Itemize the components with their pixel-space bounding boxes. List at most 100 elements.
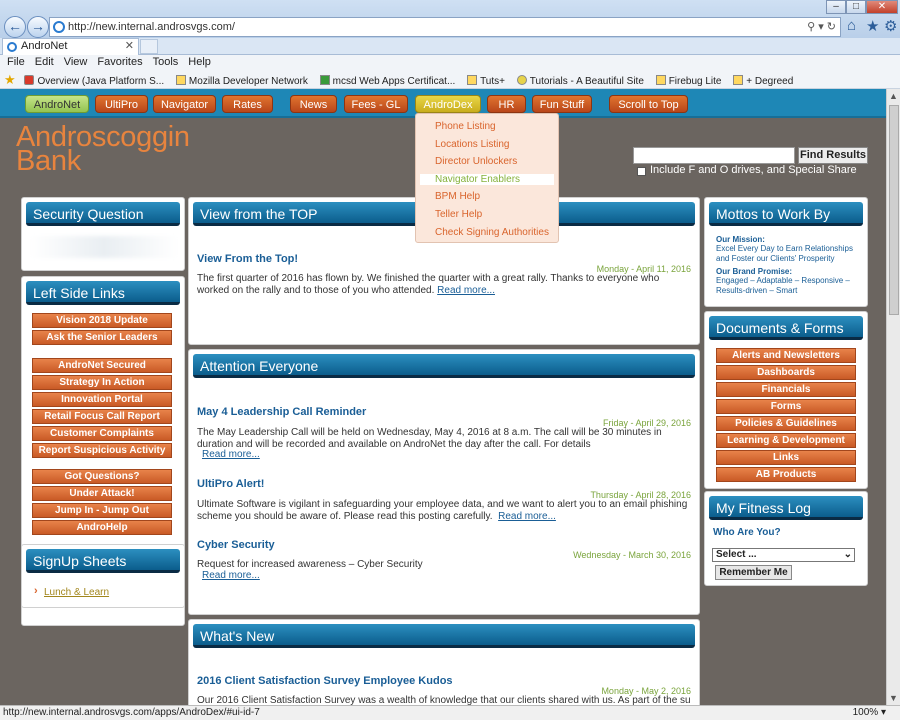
dropdown-item[interactable]: BPM Help <box>435 191 480 202</box>
favorite-link[interactable]: mcsd Web Apps Certificat... <box>319 73 455 88</box>
mission-text: Excel Every Day to Earn Relationships an… <box>716 244 853 263</box>
scrollbar-thumb[interactable] <box>889 105 899 315</box>
document-link-button[interactable]: AB Products <box>716 467 856 482</box>
close-window-icon[interactable]: ✕ <box>866 0 898 14</box>
leaf-icon <box>516 75 527 85</box>
article-title[interactable]: UltiPro Alert! <box>197 478 264 490</box>
article-title[interactable]: Cyber Security <box>197 539 275 551</box>
menu-bar: File Edit View Favorites Tools Help <box>0 55 900 71</box>
favorite-link[interactable]: Tuts+ <box>467 73 505 88</box>
read-more-link[interactable]: Read more... <box>437 285 495 296</box>
menu-view[interactable]: View <box>64 56 88 68</box>
left-link-button[interactable]: Under Attack! <box>32 486 172 501</box>
favorite-link[interactable]: Tutorials - A Beautiful Site <box>516 73 644 88</box>
document-link-button[interactable]: Learning & Development <box>716 433 856 448</box>
back-icon[interactable]: ← <box>4 16 26 38</box>
nav-androdex[interactable]: AndroDex <box>415 95 481 113</box>
search-input[interactable] <box>633 147 795 164</box>
left-link-button[interactable]: Customer Complaints <box>32 426 172 441</box>
bank-logo[interactable]: Androscoggin Bank <box>16 123 190 176</box>
left-link-button[interactable]: Innovation Portal <box>32 392 172 407</box>
left-side-links-title: Left Side Links <box>26 281 180 305</box>
dropdown-item[interactable]: Phone Listing <box>435 121 496 132</box>
include-drives-label: Include F and O drives, and Special Shar… <box>650 164 857 176</box>
dropdown-item[interactable]: Locations Listing <box>435 139 510 150</box>
left-link-button[interactable]: Ask the Senior Leaders <box>32 330 172 345</box>
left-link-button[interactable]: AndroHelp <box>32 520 172 535</box>
favorite-link[interactable]: Firebug Lite <box>655 73 722 88</box>
nav-scroll-to-top[interactable]: Scroll to Top <box>609 95 688 113</box>
menu-help[interactable]: Help <box>188 56 211 68</box>
left-link-button[interactable]: Report Suspicious Activity <box>32 443 172 458</box>
address-bar[interactable]: http://new.internal.androsvgs.com/ ⚲ ▾ ↻ <box>49 17 841 37</box>
article-title[interactable]: May 4 Leadership Call Reminder <box>197 406 366 418</box>
menu-edit[interactable]: Edit <box>35 56 54 68</box>
document-link-button[interactable]: Alerts and Newsletters <box>716 348 856 363</box>
read-more-link[interactable]: Read more... <box>202 570 260 582</box>
ie-page-icon <box>53 21 65 33</box>
dropdown-item[interactable]: Teller Help <box>435 209 482 220</box>
scroll-up-icon[interactable]: ▲ <box>889 91 898 101</box>
favorite-link[interactable]: Overview (Java Platform S... <box>24 73 164 88</box>
lunch-learn-link[interactable]: Lunch & Learn <box>44 587 109 598</box>
menu-favorites[interactable]: Favorites <box>97 56 142 68</box>
vertical-scrollbar[interactable]: ▲ ▼ <box>886 89 900 705</box>
nav-fun-stuff[interactable]: Fun Stuff <box>532 95 592 113</box>
dropdown-item[interactable]: Check Signing Authorities <box>435 227 549 238</box>
signup-sheets-panel: SignUp Sheets › Lunch & Learn <box>21 544 185 608</box>
nav-ultipro[interactable]: UltiPro <box>95 95 148 113</box>
menu-file[interactable]: File <box>7 56 25 68</box>
left-link-button[interactable]: Vision 2018 Update <box>32 313 172 328</box>
document-link-button[interactable]: Financials <box>716 382 856 397</box>
close-tab-icon[interactable]: ✕ <box>125 39 134 54</box>
blurred-question <box>30 236 178 258</box>
left-link-button[interactable]: Strategy In Action <box>32 375 172 390</box>
java-icon <box>24 75 35 85</box>
article-title[interactable]: View From the Top! <box>197 253 298 265</box>
favorites-star-icon[interactable]: ★ <box>866 17 879 35</box>
minimize-icon[interactable]: – <box>826 0 846 14</box>
read-more-link[interactable]: Read more... <box>498 511 556 522</box>
document-link-button[interactable]: Policies & Guidelines <box>716 416 856 431</box>
document-link-button[interactable]: Forms <box>716 399 856 414</box>
address-tools-icon[interactable]: ⚲ ▾ ↻ <box>807 18 836 36</box>
documents-forms-title: Documents & Forms <box>709 316 863 340</box>
left-link-button[interactable]: Retail Focus Call Report <box>32 409 172 424</box>
tab-row: AndroNet ✕ <box>0 38 900 55</box>
scroll-down-icon[interactable]: ▼ <box>889 693 898 703</box>
document-link-button[interactable]: Dashboards <box>716 365 856 380</box>
nav-news[interactable]: News <box>290 95 337 113</box>
dropdown-item[interactable]: Navigator Enablers <box>420 173 554 185</box>
user-select[interactable]: Select ... ⌄ <box>712 548 855 562</box>
maximize-icon[interactable]: □ <box>846 0 866 14</box>
favorites-star-icon[interactable]: ★ <box>4 72 16 87</box>
fitness-log-title: My Fitness Log <box>709 496 863 520</box>
forward-icon[interactable]: → <box>27 16 49 38</box>
include-drives-checkbox[interactable] <box>637 167 646 176</box>
new-tab-button[interactable] <box>140 39 158 54</box>
page-body: AndroNet UltiPro Navigator Rates News Fe… <box>0 89 886 705</box>
left-link-button[interactable]: Got Questions? <box>32 469 172 484</box>
nav-navigator[interactable]: Navigator <box>153 95 216 113</box>
find-results-button[interactable]: Find Results <box>798 147 868 164</box>
attention-everyone-panel: Attention Everyone May 4 Leadership Call… <box>188 349 700 615</box>
nav-rates[interactable]: Rates <box>222 95 273 113</box>
left-link-button[interactable]: AndroNet Secured <box>32 358 172 373</box>
document-link-button[interactable]: Links <box>716 450 856 465</box>
nav-andronet[interactable]: AndroNet <box>25 95 89 113</box>
read-more-link[interactable]: Read more... <box>202 449 260 461</box>
browser-tab[interactable]: AndroNet ✕ <box>2 38 139 55</box>
menu-tools[interactable]: Tools <box>153 56 179 68</box>
remember-me-button[interactable]: Remember Me <box>715 565 792 580</box>
article-title[interactable]: 2016 Client Satisfaction Survey Employee… <box>197 675 453 687</box>
nav-hr[interactable]: HR <box>487 95 526 113</box>
gear-icon[interactable]: ⚙ <box>884 17 897 35</box>
whats-new-title: What's New <box>193 624 695 648</box>
dropdown-item[interactable]: Director Unlockers <box>435 156 517 167</box>
nav-fees-gl[interactable]: Fees - GL <box>344 95 408 113</box>
zoom-level[interactable]: 100% ▾ <box>853 706 886 720</box>
favorite-link[interactable]: + Degreed <box>733 73 793 88</box>
left-link-button[interactable]: Jump In - Jump Out <box>32 503 172 518</box>
home-icon[interactable]: ⌂ <box>847 17 856 34</box>
favorite-link[interactable]: Mozilla Developer Network <box>175 73 308 88</box>
